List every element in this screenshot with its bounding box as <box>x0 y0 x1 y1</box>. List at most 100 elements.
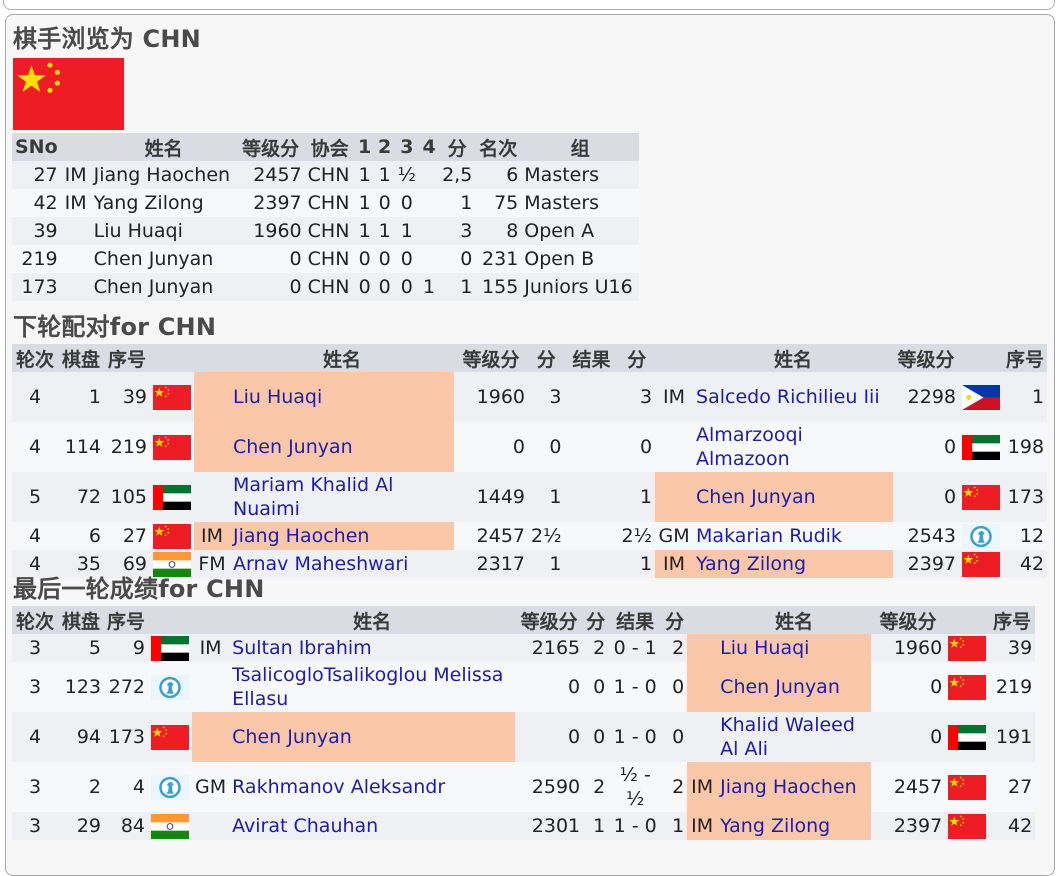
sno-white-cell: 39 <box>104 372 150 422</box>
round1-cell: 0 <box>354 245 375 273</box>
round2-cell: 0 <box>374 273 395 301</box>
fed-cell: CHN <box>304 217 355 245</box>
points-white-cell: 1 <box>583 812 609 840</box>
group-cell: Masters <box>521 189 640 217</box>
flag-cell <box>959 472 1004 522</box>
round-cell: 3 <box>12 634 58 662</box>
player-black-name: Yang Zilong <box>693 550 894 578</box>
col-round: 轮次 <box>12 344 58 372</box>
round3-cell: 0 <box>394 273 420 301</box>
result-cell: 0 - 1 <box>608 634 663 662</box>
round2-cell: 0 <box>374 189 395 217</box>
flag-cell <box>150 472 194 522</box>
player-white-name: Chen Junyan <box>229 712 516 762</box>
rating-black-cell: 2298 <box>893 372 960 422</box>
player-table: SNo 姓名 等级分 协会 1 2 3 4 分 名次 组 27 IM Jiang H… <box>12 133 640 301</box>
round4-cell <box>419 189 440 217</box>
title-black-cell <box>687 662 718 712</box>
player-white-name: Liu Huaqi <box>230 372 454 422</box>
col-board: 棋盘 <box>58 344 104 372</box>
player-black-name-link[interactable]: Salcedo Richilieu Iii <box>696 386 880 408</box>
pairing-row: 3 29 84 Avirat Chauhan 2301 1 1 - 0 1 IM Yang Zi… <box>12 812 1036 840</box>
player-white-name-link[interactable]: TsalicogloTsalikoglou Melissa Ellasu <box>232 664 503 710</box>
india-flag-icon <box>151 813 190 839</box>
player-white-name-link[interactable]: Avirat Chauhan <box>232 815 378 837</box>
sno-cell: 27 <box>12 161 61 189</box>
points-black-cell: 1 <box>618 472 656 522</box>
result-cell: ½ - ½ <box>608 762 663 812</box>
china-flag-icon <box>948 813 987 839</box>
rating-black-cell: 0 <box>893 422 960 472</box>
sno-black-cell: 1 <box>1003 372 1048 422</box>
player-white-name-link[interactable]: Chen Junyan <box>232 726 352 748</box>
points-white-cell: 0 <box>583 662 609 712</box>
rating-black-cell: 1960 <box>871 634 946 662</box>
fide-flag-icon <box>962 523 1001 549</box>
group-cell: Open A <box>521 217 640 245</box>
uae-flag-icon <box>151 635 190 661</box>
col-fed: 协会 <box>304 133 355 161</box>
rating-black-cell: 0 <box>871 712 946 762</box>
china-flag-icon <box>13 58 124 130</box>
player-black-name-link[interactable]: Khalid Waleed Al Ali <box>720 714 855 760</box>
player-white-name-link[interactable]: Rakhmanov Aleksandr <box>232 776 445 798</box>
table-row: 219 Chen Junyan 0 CHN 0 0 0 0 231 Open B <box>12 245 640 273</box>
col-name2: 姓名 <box>693 344 894 372</box>
col-r2: 2 <box>374 133 395 161</box>
points-white-cell: 3 <box>528 372 565 422</box>
player-white-name: Chen Junyan <box>230 422 454 472</box>
player-white-name-link[interactable]: Liu Huaqi <box>233 386 322 408</box>
sno-black-cell: 42 <box>989 812 1036 840</box>
points-black-cell: 2 <box>662 634 688 662</box>
points-black-cell: 0 <box>662 662 688 712</box>
sno-white-cell: 105 <box>104 472 150 522</box>
title-white-cell: IM <box>192 634 230 662</box>
title-black-cell: IM <box>655 372 694 422</box>
title-black-cell: IM <box>687 762 718 812</box>
player-black-name-link[interactable]: Chen Junyan <box>720 676 840 698</box>
player-black-name-link[interactable]: Liu Huaqi <box>720 637 809 659</box>
rating-black-cell: 2397 <box>871 812 946 840</box>
title-black-cell: IM <box>655 550 694 578</box>
player-black-name-link[interactable]: Chen Junyan <box>696 486 816 508</box>
sno-white-cell: 173 <box>104 712 149 762</box>
board-cell: 123 <box>58 662 104 712</box>
player-black-name-link[interactable]: Yang Zilong <box>720 815 830 837</box>
col-name1: 姓名 <box>229 606 516 634</box>
player-black-name-link[interactable]: Jiang Haochen <box>720 776 856 798</box>
result-cell: 1 - 0 <box>608 812 663 840</box>
player-black-name-link[interactable]: Almarzooqi Almazoon <box>696 424 803 470</box>
flag-cell <box>959 422 1004 472</box>
points-black-cell: 1 <box>662 812 688 840</box>
player-black-name: Makarian Rudik <box>693 522 894 550</box>
title-cell <box>60 217 91 245</box>
col-board: 棋盘 <box>58 606 104 634</box>
player-white-name-link[interactable]: Sultan Ibrahim <box>232 637 372 659</box>
title-white-cell <box>194 422 230 472</box>
rank-cell: 75 <box>475 189 522 217</box>
sno-black-cell: 198 <box>1003 422 1048 472</box>
player-black-name: Yang Zilong <box>717 812 872 840</box>
col-result: 结果 <box>564 344 619 372</box>
player-white-name-link[interactable]: Chen Junyan <box>233 436 353 458</box>
col-flag1 <box>148 606 193 634</box>
points-black-cell: 2½ <box>618 522 656 550</box>
col-title2 <box>687 606 718 634</box>
board-cell: 2 <box>58 762 104 812</box>
round-cell: 4 <box>12 372 58 422</box>
rating-white-cell: 1960 <box>454 372 528 422</box>
col-sno2: 序号 <box>1003 344 1048 372</box>
round3-cell: 1 <box>394 217 420 245</box>
rating-cell: 2397 <box>236 189 305 217</box>
flag-cell <box>150 372 194 422</box>
result-cell <box>564 372 619 422</box>
player-white-name-link[interactable]: Jiang Haochen <box>233 525 369 547</box>
player-black-name-link[interactable]: Makarian Rudik <box>696 525 842 547</box>
flag-cell <box>945 634 990 662</box>
player-name-cell: Chen Junyan <box>90 273 237 301</box>
player-black-name-link[interactable]: Yang Zilong <box>696 553 806 575</box>
rank-cell: 6 <box>475 161 522 189</box>
col-rating1: 等级分 <box>454 344 528 372</box>
player-white-name-link[interactable]: Mariam Khalid Al Nuaimi <box>233 474 393 520</box>
rating-cell: 0 <box>236 245 305 273</box>
